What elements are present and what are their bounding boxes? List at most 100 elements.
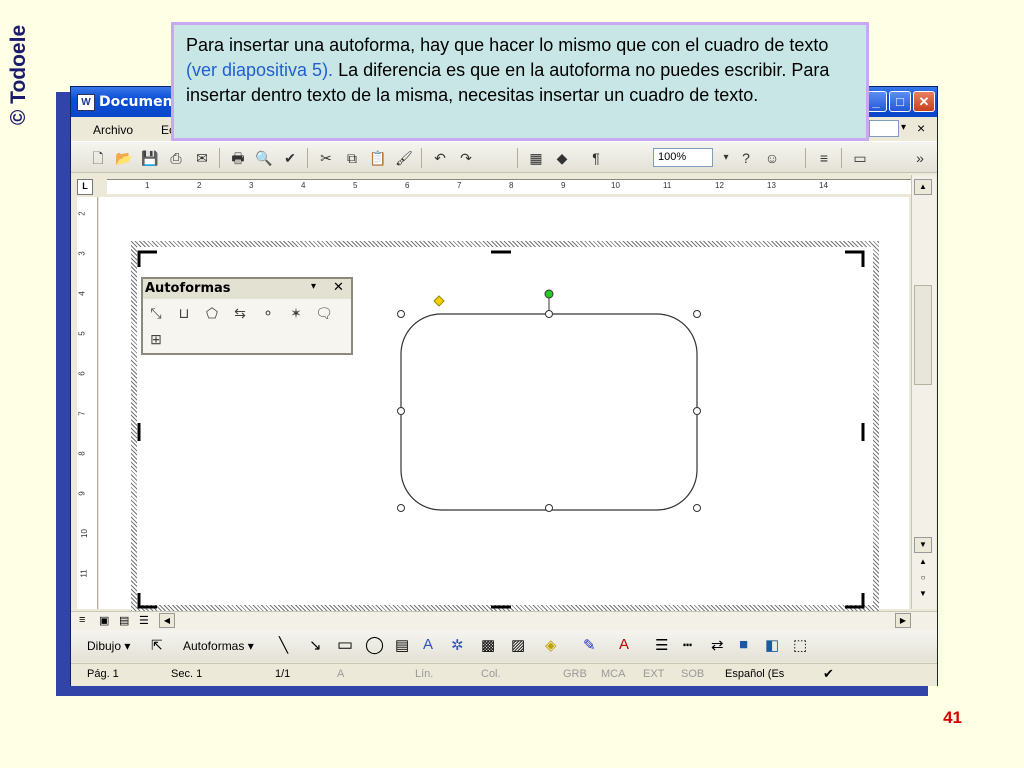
wordart-icon[interactable]: A	[423, 636, 433, 653]
select-objects-icon[interactable]: ⇱	[151, 637, 163, 654]
help-icon[interactable]: ?	[735, 148, 757, 168]
vertical-scrollbar[interactable]: ▲ ▼ ▲ ○ ▼	[911, 175, 936, 609]
status-language[interactable]: Español (Es	[725, 668, 784, 680]
drawing-icon[interactable]: ◆	[551, 148, 573, 168]
callouts-icon[interactable]: 🗨	[313, 303, 335, 323]
scroll-up-button[interactable]: ▲	[914, 179, 932, 195]
text-box-icon[interactable]: ▤	[395, 636, 409, 654]
block-arrows-icon[interactable]: ⇆	[229, 303, 251, 323]
permission-icon[interactable]: ⎙	[165, 148, 187, 168]
normal-view-icon[interactable]: ≡	[79, 614, 85, 626]
status-ext[interactable]: EXT	[643, 668, 664, 680]
paste-icon[interactable]: 📋	[367, 148, 389, 168]
status-page: Pág. 1	[87, 668, 119, 680]
document-page[interactable]	[99, 197, 909, 611]
redo-icon[interactable]: ↷	[455, 148, 477, 168]
print-preview-icon[interactable]: 🔍	[253, 148, 275, 168]
autoformas-menu[interactable]: Autoformas ▾	[183, 639, 254, 653]
autoformas-panel-title[interactable]: Autoformas ▾ ✕	[143, 279, 351, 299]
lines-icon[interactable]: ⤡	[145, 303, 167, 323]
doc-close-icon[interactable]: ×	[917, 120, 925, 136]
zoom-dropdown-icon[interactable]: ▾	[715, 148, 737, 168]
show-hide-icon[interactable]: ¶	[585, 148, 607, 168]
scroll-down-button[interactable]: ▼	[914, 537, 932, 553]
chevron-down-icon[interactable]: ▾	[901, 122, 906, 133]
menu-archivo[interactable]: Archivo	[93, 123, 133, 137]
status-at: A	[337, 668, 345, 680]
copy-icon[interactable]: ⧉	[341, 148, 363, 168]
callout-text-box: Para insertar una autoforma, hay que hac…	[171, 22, 869, 141]
status-sob[interactable]: SOB	[681, 668, 704, 680]
basic-shapes-icon[interactable]: ⬠	[201, 303, 223, 323]
outline-view-icon[interactable]: ☰	[139, 614, 149, 627]
status-pages: 1/1	[275, 668, 291, 680]
scroll-left-button[interactable]: ◀	[159, 613, 175, 628]
status-col: Col.	[481, 668, 501, 680]
next-page-icon[interactable]: ▼	[914, 587, 932, 603]
horizontal-scrollbar[interactable]: ≡ ▣ ▤ ☰ ◀ ▶	[71, 611, 937, 630]
web-view-icon[interactable]: ▣	[99, 614, 109, 627]
word-doc-icon: W	[77, 94, 95, 111]
toolbar-overflow-icon[interactable]: »	[909, 148, 931, 168]
dash-style-icon[interactable]: ┅	[683, 636, 692, 654]
line-style-icon[interactable]: ☰	[655, 636, 668, 654]
close-button[interactable]: ✕	[913, 91, 935, 112]
cut-icon[interactable]: ✂	[315, 148, 337, 168]
line-icon[interactable]: ╲	[279, 636, 288, 654]
window-title: Documen	[99, 94, 173, 110]
drawing-more-icon[interactable]: ⬚	[793, 636, 807, 654]
rotation-handle[interactable]	[544, 289, 554, 299]
more-autoshapes-icon[interactable]: ⊞	[145, 329, 167, 349]
scroll-thumb[interactable]	[914, 285, 932, 385]
slide-reference-link[interactable]: (ver diapositiva 5).	[186, 60, 333, 80]
page-number: 41	[943, 708, 962, 727]
spelling-status-icon[interactable]: ✔	[823, 666, 834, 682]
ruler-track[interactable]: 1 2 3 4 5 6 7 8 9 10 11 12 13 14	[107, 179, 911, 194]
stars-banners-icon[interactable]: ✶	[285, 303, 307, 323]
dibujo-menu[interactable]: Dibujo ▾	[87, 639, 130, 653]
email-icon[interactable]: ✉	[191, 148, 213, 168]
help-question-box[interactable]	[869, 120, 899, 137]
close-icon[interactable]: ✕	[333, 280, 344, 295]
rectangle-icon[interactable]: ▭	[337, 635, 353, 655]
tab-stop-selector[interactable]: L	[77, 179, 93, 195]
open-folder-icon[interactable]: 📂	[113, 148, 135, 168]
picture-icon[interactable]: ▨	[511, 636, 525, 654]
chevron-down-icon[interactable]: ▾	[311, 281, 316, 292]
line-color-icon[interactable]: ✎	[583, 636, 596, 654]
connectors-icon[interactable]: ⊔	[173, 303, 195, 323]
print-icon[interactable]: 🖶	[227, 148, 249, 168]
new-document-icon[interactable]: 🗋	[87, 148, 109, 168]
borders-icon[interactable]: ▭	[849, 148, 871, 168]
print-view-icon[interactable]: ▤	[119, 614, 129, 627]
status-bar: Pág. 1 Sec. 1 1/1 A Lín. Col. GRB MCA EX…	[71, 663, 937, 686]
office-assistant-icon[interactable]: ☺	[761, 148, 783, 168]
font-color-icon[interactable]: A	[619, 636, 629, 653]
browse-object-icon[interactable]: ○	[914, 571, 932, 587]
drawing-toolbar: Dibujo ▾ ⇱ Autoformas ▾ ╲ ↘ ▭ ◯ ▤ A ✲ ▩ …	[71, 630, 937, 662]
save-icon[interactable]: 💾	[139, 148, 161, 168]
flowchart-icon[interactable]: ⚬	[257, 303, 279, 323]
rounded-rectangle-shape[interactable]	[397, 289, 701, 512]
arrow-style-icon[interactable]: ⇄	[711, 636, 724, 654]
clipart-icon[interactable]: ▩	[481, 636, 495, 654]
zoom-select[interactable]: 100%	[653, 148, 713, 167]
previous-page-icon[interactable]: ▲	[914, 555, 932, 571]
autoformas-toolbar-panel[interactable]: Autoformas ▾ ✕ ⤡ ⊔ ⬠ ⇆ ⚬ ✶ 🗨 ⊞	[141, 277, 353, 355]
align-icon[interactable]: ≡	[813, 148, 835, 168]
undo-icon[interactable]: ↶	[429, 148, 451, 168]
adjust-handle[interactable]	[433, 295, 445, 307]
scroll-right-button[interactable]: ▶	[895, 613, 911, 628]
diagram-icon[interactable]: ✲	[451, 636, 464, 654]
3d-style-icon[interactable]: ◧	[765, 636, 779, 654]
oval-icon[interactable]: ◯	[365, 635, 384, 655]
shadow-style-icon[interactable]: ■	[739, 636, 748, 653]
status-grb[interactable]: GRB	[563, 668, 587, 680]
tables-icon[interactable]: ▦	[525, 148, 547, 168]
maximize-button[interactable]: □	[889, 91, 911, 112]
arrow-icon[interactable]: ↘	[309, 636, 322, 654]
spelling-icon[interactable]: ✔	[279, 148, 301, 168]
format-painter-icon[interactable]: 🖌	[393, 148, 415, 168]
fill-color-icon[interactable]: ◈	[545, 636, 557, 654]
status-mca[interactable]: MCA	[601, 668, 625, 680]
